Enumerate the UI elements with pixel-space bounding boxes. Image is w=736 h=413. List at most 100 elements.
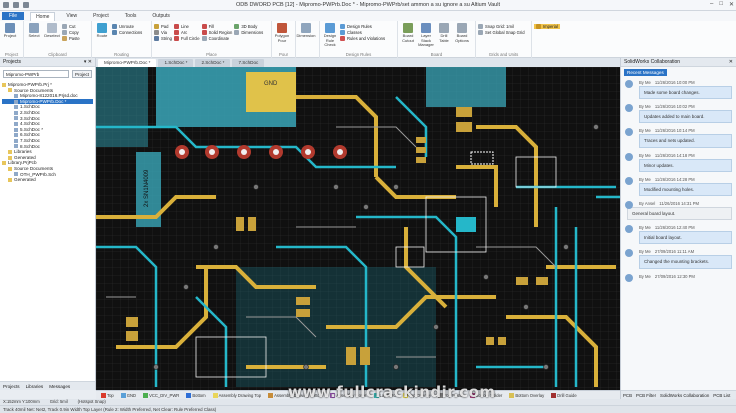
place-full-circle-button[interactable]: Full Circle — [173, 36, 200, 41]
ribbon-tabs: File Home View Project Tools Outputs — [0, 11, 736, 21]
layer-color-swatch — [212, 392, 218, 398]
ribbon: Project Project Select Deselect Cut Copy… — [0, 21, 736, 58]
classes-button[interactable]: Classes — [340, 30, 385, 35]
tab-pcb-list[interactable]: PCB List — [713, 393, 730, 398]
message-item[interactable]: By Me 27/09/2016 12:30 PM — [625, 273, 732, 282]
message-item[interactable]: By Me 11/26/2016 10:14 PM Traces and nets … — [625, 128, 732, 148]
layer-label: VCC_DIV_PWR — [149, 392, 180, 398]
tab-view[interactable]: View — [61, 12, 82, 20]
via-icon — [154, 30, 159, 35]
tab-solidworks-collab[interactable]: SolidWorks Collaboration — [660, 393, 709, 398]
message-meta: By Me 11/26/2016 14:28 PM — [639, 177, 732, 182]
arc-icon — [173, 30, 179, 35]
project-button[interactable]: Project — [72, 70, 92, 78]
doc-tab-pcb[interactable]: Mipromo-PWPrb.Doc * — [98, 59, 157, 67]
doc-tab-sch1[interactable]: 1.SchDoc * — [158, 59, 194, 67]
layer-color-swatch — [509, 392, 515, 398]
place-string-button[interactable]: String — [154, 36, 172, 41]
tab-projects[interactable]: Projects — [3, 384, 20, 389]
document-icon — [14, 121, 18, 126]
text-icon — [154, 36, 159, 41]
document-icon — [14, 110, 18, 115]
rules-violations-button[interactable]: Rules and Violations — [340, 36, 385, 41]
project-select[interactable]: Mipromo-PWPrb — [3, 70, 69, 78]
message-item[interactable]: By Me 11/26/2016 12:40 PM Initial board la… — [625, 225, 732, 245]
place-3d-body-button[interactable]: 3D Body — [234, 24, 263, 29]
copy-button[interactable]: Copy — [62, 30, 80, 35]
ribbon-group-place: Pad Via String Line Arc Full Circle Fill… — [152, 21, 272, 58]
gnd-chip[interactable] — [246, 72, 296, 112]
tab-libraries[interactable]: Libraries — [26, 384, 44, 389]
maximize-button[interactable]: □ — [719, 1, 723, 8]
unroute-button[interactable]: Unroute — [112, 24, 142, 29]
tab-home[interactable]: Home — [30, 11, 56, 21]
message-item[interactable]: By Me 11/26/2016 10:00 PM Made some board … — [625, 80, 732, 100]
avatar — [625, 80, 633, 88]
place-via-button[interactable]: Via — [154, 30, 172, 35]
tab-outputs[interactable]: Outputs — [147, 12, 175, 20]
global-snap-grid-button[interactable]: Set Global Snap Grid — [478, 30, 525, 35]
place-fill-button[interactable]: Fill — [201, 24, 233, 29]
message-author: By Ansel — [639, 201, 656, 207]
minimize-button[interactable]: – — [710, 1, 713, 8]
tree-item-label: 5.SchDoc * — [20, 126, 43, 132]
status-detail: Track 40mil Net: Net2, Track 0.9in Width… — [0, 405, 736, 413]
chip-label: GND — [264, 81, 278, 87]
tab-messages[interactable]: Messages — [49, 384, 70, 389]
design-rules-button[interactable]: Design Rules — [340, 24, 385, 29]
close-button[interactable]: ✕ — [729, 1, 734, 8]
doc-tab-sch2[interactable]: 2.SchDoc * — [195, 59, 231, 67]
tab-pcb-filter[interactable]: PCB Filter — [636, 393, 656, 398]
place-dimensions-button[interactable]: Dimensions — [234, 30, 263, 35]
fill-icon — [201, 24, 207, 29]
tab-recent-messages[interactable]: Recent Messages — [624, 69, 667, 76]
avatar — [625, 249, 633, 258]
close-icon[interactable]: ✕ — [729, 59, 733, 65]
snap-grid-select[interactable]: Snap Grid: 1mil — [478, 24, 525, 29]
pcb-canvas[interactable]: 2x SN1N4009 GND — [96, 67, 620, 390]
ribbon-group-clipboard: Select Deselect Cut Copy Paste Clipboard — [24, 21, 92, 58]
message-item[interactable]: By Me 11/26/2016 14:28 PM Modified mountin… — [625, 176, 732, 197]
connections-button[interactable]: Connections — [112, 30, 142, 35]
layer-tab[interactable]: Top — [98, 392, 117, 398]
file-menu[interactable]: File — [2, 12, 25, 20]
ribbon-group-units: Imperial — [532, 21, 572, 58]
doc-tab-sch7[interactable]: 7.SchDoc — [232, 59, 265, 67]
message-item[interactable]: By Me 27/09/2016 11:11 AM Changed the moun… — [625, 249, 732, 269]
cut-button[interactable]: Cut — [62, 24, 80, 29]
message-author: By Me — [639, 273, 651, 279]
tree-item-label: 1.SchDoc — [20, 104, 40, 110]
tab-tools[interactable]: Tools — [120, 12, 142, 20]
place-arc-button[interactable]: Arc — [173, 30, 200, 35]
route-icon — [97, 23, 107, 33]
document-icon — [14, 105, 18, 110]
layer-tab[interactable]: Bottom Overlay — [506, 392, 547, 398]
tab-pcb[interactable]: PCB — [623, 393, 632, 398]
tab-project[interactable]: Project — [88, 12, 114, 20]
message-item[interactable]: By Me 11/26/2016 14:18 PM Minor updates. — [625, 152, 732, 172]
drc-icon — [325, 23, 335, 33]
layer-tab[interactable]: GND — [118, 392, 139, 398]
layer-tab[interactable]: Assembly Drawing Top — [210, 392, 265, 398]
units-toggle[interactable]: Imperial — [534, 24, 560, 29]
place-pad-button[interactable]: Pad — [154, 24, 172, 29]
place-coordinate-button[interactable]: Coordinate — [201, 36, 233, 41]
place-solid-region-button[interactable]: Solid Region — [201, 30, 232, 35]
paste-button[interactable]: Paste — [62, 36, 80, 41]
folder-icon — [8, 177, 12, 182]
pcb-board[interactable]: 2x SN1N4009 GND — [96, 67, 620, 390]
place-line-button[interactable]: Line — [173, 24, 200, 29]
pin-icon[interactable]: ▾ ✕ — [84, 59, 92, 65]
message-item[interactable]: By Me 11/26/2016 10:02 PM Updates added to… — [625, 104, 732, 124]
document-icon — [14, 138, 18, 143]
violations-icon — [340, 36, 345, 41]
message-meta: By Me 27/09/2016 11:11 AM — [639, 249, 732, 254]
message-author: By Me — [639, 249, 651, 255]
tree-item[interactable]: Generated — [2, 177, 93, 183]
layer-tab[interactable]: Bottom — [183, 392, 208, 398]
dimension-button[interactable]: Dimension — [297, 23, 315, 58]
message-item[interactable]: By Ansel 11/26/2016 14:31 PM General board… — [625, 201, 732, 221]
layer-tab[interactable]: VCC_DIV_PWR — [140, 392, 182, 398]
message-date: 11/26/2016 10:00 PM — [654, 80, 695, 85]
layer-tab[interactable]: Drill Guide — [548, 392, 580, 398]
